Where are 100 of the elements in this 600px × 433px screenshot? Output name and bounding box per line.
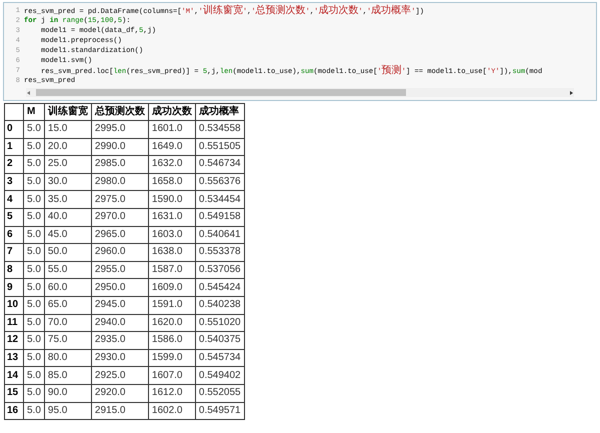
left-arrow-icon: [26, 90, 32, 96]
table-cell: 2960.0: [91, 244, 148, 262]
table-cell: 0.545424: [195, 278, 244, 296]
table-cell: 85.0: [44, 366, 92, 384]
row-index: 2: [4, 156, 24, 174]
table-cell: 20.0: [44, 138, 92, 156]
table-cell: 5.0: [24, 349, 44, 367]
table-cell: 2980.0: [91, 173, 148, 191]
row-index: 14: [4, 366, 24, 384]
table-cell: 1590.0: [148, 190, 196, 208]
table-cell: 2940.0: [91, 314, 148, 332]
table-cell: 35.0: [44, 190, 92, 208]
table-cell: 2975.0: [91, 190, 148, 208]
table-cell: 0.534454: [195, 190, 244, 208]
table-cell: 80.0: [44, 349, 92, 367]
table-cell: 5.0: [24, 208, 44, 226]
table-cell: 1658.0: [148, 173, 196, 191]
table-cell: 95.0: [44, 402, 92, 420]
table-cell: 5.0: [24, 226, 44, 244]
table-cell: 2950.0: [91, 278, 148, 296]
row-index: 10: [4, 296, 24, 314]
row-index: 9: [4, 278, 24, 296]
row-index: 0: [4, 120, 24, 138]
table-cell: 60.0: [44, 278, 92, 296]
table-cell: 1649.0: [148, 138, 196, 156]
table-cell: 2985.0: [91, 156, 148, 174]
table-cell: 0.540641: [195, 226, 244, 244]
table-cell: 5.0: [24, 244, 44, 262]
column-header: 成功次数: [148, 104, 196, 120]
table-cell: 0.537056: [195, 261, 244, 279]
table-cell: 2955.0: [91, 261, 148, 279]
column-header: M: [24, 104, 44, 120]
row-index: 4: [4, 190, 24, 208]
table-cell: 5.0: [24, 173, 44, 191]
table-cell: 25.0: [44, 156, 92, 174]
column-header: 成功概率: [195, 104, 244, 120]
table-cell: 0.540238: [195, 296, 244, 314]
table-cell: 5.0: [24, 138, 44, 156]
table-cell: 0.545734: [195, 349, 244, 367]
table-cell: 0.540375: [195, 332, 244, 350]
row-index: 6: [4, 226, 24, 244]
table-cell: 0.546734: [195, 156, 244, 174]
table-cell: 40.0: [44, 208, 92, 226]
table-cell: 1609.0: [148, 278, 196, 296]
row-index: 5: [4, 208, 24, 226]
table-cell: 1586.0: [148, 332, 196, 350]
table-cell: 0.549402: [195, 366, 244, 384]
row-index: 15: [4, 384, 24, 402]
table-cell: 0.552055: [195, 384, 244, 402]
table-cell: 5.0: [24, 156, 44, 174]
column-header: 总预测次数: [91, 104, 148, 120]
table-cell: 5.0: [24, 366, 44, 384]
table-cell: 2920.0: [91, 384, 148, 402]
table-cell: 2935.0: [91, 332, 148, 350]
table-cell: 45.0: [44, 226, 92, 244]
table-cell: 2945.0: [91, 296, 148, 314]
table-cell: 0.549571: [195, 402, 244, 420]
table-cell: 0.551505: [195, 138, 244, 156]
scrollbar-thumb[interactable]: [36, 89, 406, 96]
table-cell: 2965.0: [91, 226, 148, 244]
table-cell: 0.549158: [195, 208, 244, 226]
table-cell: 1612.0: [148, 384, 196, 402]
table-cell: 5.0: [24, 314, 44, 332]
table-cell: 1631.0: [148, 208, 196, 226]
table-cell: 55.0: [44, 261, 92, 279]
row-index: 16: [4, 402, 24, 420]
table-cell: 5.0: [24, 402, 44, 420]
table-cell: 75.0: [44, 332, 92, 350]
table-cell: 5.0: [24, 190, 44, 208]
table-cell: 1599.0: [148, 349, 196, 367]
row-index: 12: [4, 332, 24, 350]
row-index: 13: [4, 349, 24, 367]
row-index: 1: [4, 138, 24, 156]
table-cell: 0.534558: [195, 120, 244, 138]
table-cell: 1603.0: [148, 226, 196, 244]
row-index: 11: [4, 314, 24, 332]
table-cell: 65.0: [44, 296, 92, 314]
table-cell: 0.551020: [195, 314, 244, 332]
table-cell: 2915.0: [91, 402, 148, 420]
row-index: 3: [4, 173, 24, 191]
table-cell: 1601.0: [148, 120, 196, 138]
row-index: 8: [4, 261, 24, 279]
table-cell: 1602.0: [148, 402, 196, 420]
table-cell: 5.0: [24, 261, 44, 279]
table-cell: 70.0: [44, 314, 92, 332]
table-cell: 5.0: [24, 120, 44, 138]
table-cell: 1607.0: [148, 366, 196, 384]
table-cell: 2970.0: [91, 208, 148, 226]
table-cell: 5.0: [24, 384, 44, 402]
table-cell: 0.553378: [195, 244, 244, 262]
table-cell: 90.0: [44, 384, 92, 402]
table-cell: 5.0: [24, 296, 44, 314]
table-cell: 2930.0: [91, 349, 148, 367]
table-cell: 5.0: [24, 332, 44, 350]
table-cell: 1587.0: [148, 261, 196, 279]
row-index: 7: [4, 244, 24, 262]
horizontal-scrollbar[interactable]: [26, 88, 574, 97]
table-cell: 30.0: [44, 173, 92, 191]
table-cell: 1632.0: [148, 156, 196, 174]
table-cell: 0.556376: [195, 173, 244, 191]
